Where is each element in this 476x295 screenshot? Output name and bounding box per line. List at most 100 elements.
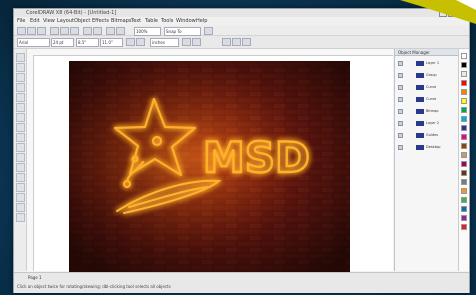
eye-icon[interactable] [398,121,403,126]
crop-tool-icon[interactable] [16,73,25,82]
color-swatch[interactable] [461,188,467,194]
menu-file[interactable]: File [17,17,25,25]
eye-icon[interactable] [398,145,403,150]
color-swatch[interactable] [461,197,467,203]
eye-icon[interactable] [398,73,403,78]
menu-help[interactable]: Help [196,17,207,25]
docker-title: Object Manager [395,49,458,56]
layer-row[interactable]: Curve [398,97,455,102]
duplicate-distance-icon[interactable] [192,38,201,46]
color-swatch[interactable] [461,134,467,140]
eye-icon[interactable] [398,109,403,114]
color-swatch[interactable] [461,224,467,230]
import-icon[interactable] [106,27,115,35]
rectangle-tool-icon[interactable] [16,113,25,122]
drop-shadow-icon[interactable] [16,173,25,182]
layer-row[interactable]: Desktop [398,145,455,150]
pick-tool-icon[interactable] [16,53,25,62]
eyedropper-icon[interactable] [16,193,25,202]
color-swatch[interactable] [461,170,467,176]
color-swatch[interactable] [461,62,467,68]
color-swatch[interactable] [461,161,467,167]
menu-text[interactable]: Text [131,17,141,25]
layer-row[interactable]: Layer 2 [398,121,455,126]
menu-object[interactable]: Object [74,17,90,25]
font-name-field[interactable]: Arial [17,38,50,47]
connector-tool-icon[interactable] [16,163,25,172]
copy-icon[interactable] [60,27,69,35]
portrait-icon[interactable] [126,38,135,46]
ellipse-tool-icon[interactable] [16,123,25,132]
zoom-tool-icon[interactable] [16,83,25,92]
cut-icon[interactable] [50,27,59,35]
menu-view[interactable]: View [43,17,55,25]
neon-logo-text[interactable]: MSD [202,132,311,183]
polygon-tool-icon[interactable] [16,133,25,142]
underline-icon[interactable] [242,38,251,46]
menu-bitmaps[interactable]: Bitmaps [111,17,132,25]
color-swatch[interactable] [461,116,467,122]
menu-tools[interactable]: Tools [161,17,173,25]
paste-icon[interactable] [70,27,79,35]
eye-icon[interactable] [398,133,403,138]
layer-row[interactable]: Group [398,73,455,78]
options-gear-icon[interactable] [204,27,213,35]
eye-icon[interactable] [398,61,403,66]
zoom-level-field[interactable]: 100% [134,27,161,36]
color-swatch[interactable] [461,125,467,131]
text-tool-icon[interactable] [16,143,25,152]
toolbox [14,49,27,271]
eye-icon[interactable] [398,97,403,102]
menu-effects[interactable]: Effects [92,17,109,25]
redo-icon[interactable] [93,27,102,35]
vertical-ruler[interactable] [27,55,34,271]
shape-tool-icon[interactable] [16,63,25,72]
color-swatch[interactable] [461,206,467,212]
layer-label: Curve [426,97,437,101]
neon-brick-artwork[interactable]: MSD [69,61,350,276]
snap-to-dropdown[interactable]: Snap To [164,27,201,36]
layer-thumbnail [416,73,424,78]
color-swatch[interactable] [461,152,467,158]
units-dropdown[interactable]: inches [150,38,179,47]
color-swatch[interactable] [461,215,467,221]
parallel-dimension-icon[interactable] [16,153,25,162]
width-field[interactable]: 8.5" [76,38,99,47]
menu-edit[interactable]: Edit [30,17,40,25]
undo-icon[interactable] [83,27,92,35]
color-swatch[interactable] [461,143,467,149]
horizontal-ruler[interactable] [27,49,393,56]
menu-table[interactable]: Table [145,17,158,25]
freehand-tool-icon[interactable] [16,93,25,102]
menu-layout[interactable]: Layout [57,17,74,25]
italic-icon[interactable] [232,38,241,46]
interactive-fill-icon[interactable] [16,203,25,212]
new-document-icon[interactable] [17,27,26,35]
color-swatch[interactable] [461,53,467,59]
color-swatch[interactable] [461,107,467,113]
color-swatch[interactable] [461,98,467,104]
color-swatch[interactable] [461,71,467,77]
font-size-field[interactable]: 24 pt [51,38,74,47]
bold-icon[interactable] [222,38,231,46]
landscape-icon[interactable] [136,38,145,46]
height-field[interactable]: 11.0" [100,38,123,47]
page-tab[interactable]: Page 1 [28,275,42,281]
color-swatch[interactable] [461,179,467,185]
save-icon[interactable] [37,27,46,35]
transparency-tool-icon[interactable] [16,183,25,192]
open-icon[interactable] [27,27,36,35]
menu-window[interactable]: Window [176,17,196,25]
layer-thumbnail [416,121,424,126]
layer-row[interactable]: Layer 1 [398,61,455,66]
layer-row[interactable]: Guides [398,133,455,138]
layer-row[interactable]: Bitmap [398,109,455,114]
color-swatch[interactable] [461,89,467,95]
layer-row[interactable]: Curve [398,85,455,90]
export-icon[interactable] [116,27,125,35]
artistic-media-icon[interactable] [16,103,25,112]
eye-icon[interactable] [398,85,403,90]
color-swatch[interactable] [461,80,467,86]
nudge-icon[interactable] [182,38,191,46]
smart-fill-icon[interactable] [16,213,25,222]
